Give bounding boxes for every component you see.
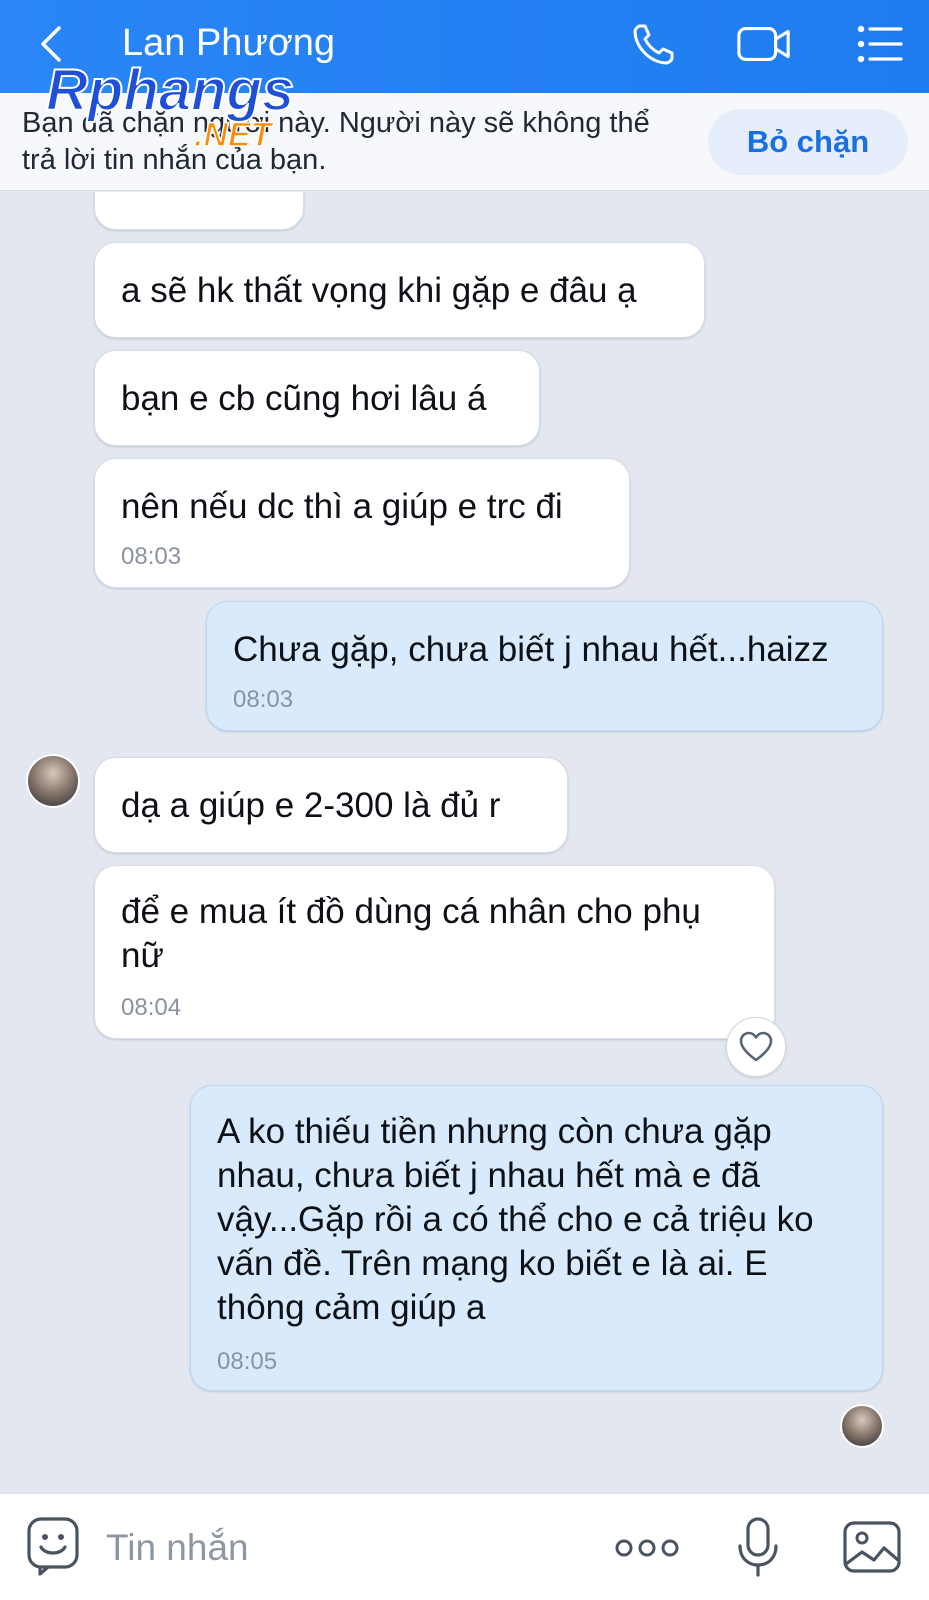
- seen-avatar: [840, 1404, 884, 1448]
- message-text: để e mua ít đồ dùng cá nhân cho phụ: [121, 892, 701, 931]
- message-bubble-outgoing[interactable]: A ko thiếu tiền nhưng còn chưa gặp nhau,…: [190, 1085, 883, 1391]
- message-bubble-incoming[interactable]: nên nếu dc thì a giúp e trc đi 08:03: [94, 458, 630, 588]
- video-call-button[interactable]: [736, 18, 792, 70]
- message-bubble-incoming[interactable]: dạ a giúp e 2-300 là đủ r: [94, 757, 568, 853]
- message-text: thông cảm giúp a: [217, 1288, 486, 1327]
- blocked-notice-text: Bạn đã chặn người này. Người này sẽ khôn…: [22, 107, 650, 176]
- voice-record-button[interactable]: [736, 1516, 780, 1578]
- send-image-button[interactable]: [842, 1520, 902, 1574]
- react-button[interactable]: [726, 1017, 786, 1077]
- message-text: stk của e: [121, 192, 261, 201]
- chevron-left-icon: [41, 26, 61, 62]
- message-timestamp: 08:04: [121, 994, 182, 1021]
- message-text: nên nếu dc thì a giúp e trc đi: [121, 487, 563, 526]
- contact-avatar[interactable]: [26, 754, 80, 808]
- smiley-icon: [27, 1517, 79, 1576]
- video-camera-icon: [737, 27, 790, 61]
- message-timestamp: 08:03: [233, 686, 294, 713]
- list-menu-icon: [857, 25, 903, 63]
- message-text: dạ a giúp e 2-300 là đủ r: [121, 786, 501, 825]
- message-bubble-incoming[interactable]: stk của e: [94, 192, 304, 230]
- unblock-button[interactable]: Bỏ chặn: [708, 109, 908, 175]
- message-timestamp: 08:05: [217, 1348, 278, 1375]
- message-text: Chưa gặp, chưa biết j nhau hết...haizz: [233, 630, 829, 669]
- more-button[interactable]: [614, 1524, 680, 1572]
- back-button[interactable]: [28, 20, 72, 68]
- message-text: nhau, chưa biết j nhau hết mà e đã: [217, 1156, 760, 1195]
- message-timestamp: 08:03: [121, 543, 182, 570]
- message-text: bạn e cb cũng hơi lâu á: [121, 379, 487, 418]
- contact-name[interactable]: Lan Phương: [122, 18, 335, 68]
- message-text: a sẽ hk thất vọng khi gặp e đâu ạ: [121, 271, 637, 310]
- phone-icon: [633, 24, 674, 65]
- microphone-icon: [738, 1517, 778, 1577]
- emoji-button[interactable]: [26, 1516, 80, 1576]
- call-button[interactable]: [626, 18, 682, 70]
- message-bubble-incoming[interactable]: để e mua ít đồ dùng cá nhân cho phụ nữ 0…: [94, 865, 775, 1039]
- heart-icon: [739, 1031, 773, 1062]
- blocked-banner: Bạn đã chặn người này. Người này sẽ khôn…: [0, 93, 929, 191]
- message-text: A ko thiếu tiền nhưng còn chưa gặp: [217, 1112, 772, 1151]
- message-text: nữ: [121, 936, 164, 975]
- message-text: vậy...Gặp rồi a có thể cho e cả triệu ko: [217, 1200, 814, 1239]
- message-input[interactable]: [106, 1520, 576, 1576]
- message-list[interactable]: stk của e a sẽ hk thất vọng khi gặp e đâ…: [0, 192, 929, 1492]
- message-bubble-incoming[interactable]: bạn e cb cũng hơi lâu á: [94, 350, 540, 446]
- composer-bar: [0, 1493, 929, 1600]
- message-text: vấn đề. Trên mạng ko biết e là ai. E: [217, 1244, 768, 1283]
- message-bubble-outgoing[interactable]: Chưa gặp, chưa biết j nhau hết...haizz 0…: [206, 601, 883, 731]
- chat-header: Lan Phương: [0, 0, 929, 93]
- menu-button[interactable]: [852, 18, 908, 70]
- message-bubble-incoming[interactable]: a sẽ hk thất vọng khi gặp e đâu ạ: [94, 242, 705, 338]
- image-icon: [843, 1521, 901, 1573]
- more-dots-icon: [615, 1539, 679, 1557]
